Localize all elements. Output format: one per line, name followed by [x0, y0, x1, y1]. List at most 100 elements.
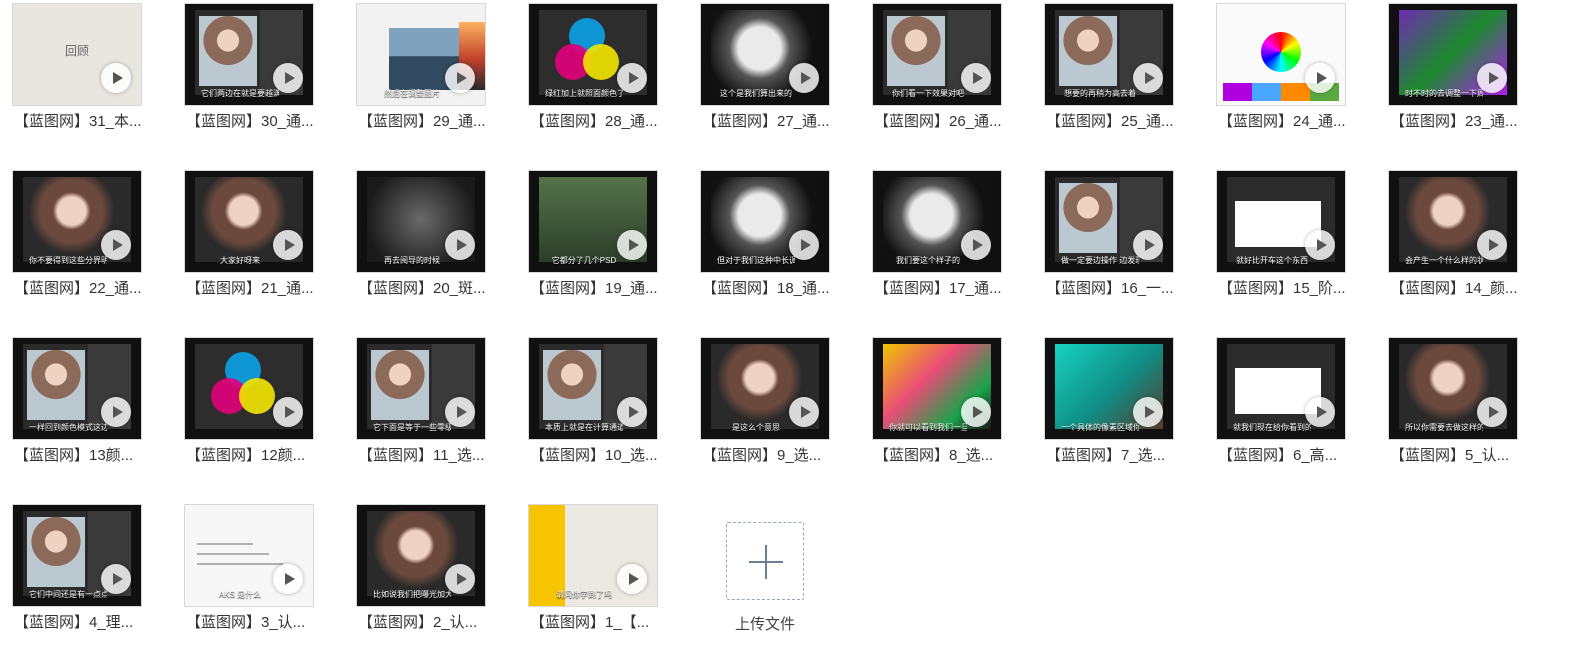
file-name[interactable]: 【蓝图网】27_通... — [688, 112, 856, 132]
video-thumbnail[interactable]: 做一定要边操作 边发现问题 — [1044, 170, 1174, 273]
file-name[interactable]: 【蓝图网】22_通... — [0, 279, 168, 299]
file-item[interactable]: 你就可以看到我们一旦放【蓝图网】8_选... — [860, 334, 1028, 484]
file-name[interactable]: 【蓝图网】20_斑... — [344, 279, 512, 299]
play-icon[interactable] — [273, 230, 303, 260]
file-item[interactable]: 想要的再稍为高去着【蓝图网】25_通... — [1032, 0, 1200, 150]
file-name[interactable]: 【蓝图网】23_通... — [1376, 112, 1544, 132]
file-item[interactable]: 你们看一下效果对吧【蓝图网】26_通... — [860, 0, 1028, 150]
play-icon[interactable] — [789, 397, 819, 427]
video-thumbnail[interactable]: 大家好呀来 — [184, 170, 314, 273]
video-thumbnail[interactable]: 你们看一下效果对吧 — [872, 3, 1002, 106]
file-item[interactable]: 做一定要边操作 边发现问题【蓝图网】16_一... — [1032, 167, 1200, 317]
play-icon[interactable] — [617, 63, 647, 93]
video-thumbnail[interactable]: 本质上就是在计算通道里面的亮度 — [528, 337, 658, 440]
video-thumbnail[interactable]: 就我们现在给你看到的这张 — [1216, 337, 1346, 440]
video-thumbnail[interactable]: 它们两边在就是要越满的 越来越薄了 — [184, 3, 314, 106]
play-icon[interactable] — [961, 230, 991, 260]
video-thumbnail[interactable]: 你不要得到这些分界明显的地方 — [12, 170, 142, 273]
play-icon[interactable] — [1305, 230, 1335, 260]
file-name[interactable]: 【蓝图网】5_认... — [1376, 446, 1544, 466]
video-thumbnail[interactable]: 但对于我们这种中长调来说你不同 — [700, 170, 830, 273]
file-name[interactable]: 【蓝图网】15_阶... — [1204, 279, 1372, 299]
play-icon[interactable] — [445, 564, 475, 594]
file-name[interactable]: 【蓝图网】9_选... — [688, 446, 856, 466]
play-icon[interactable] — [273, 397, 303, 427]
play-icon[interactable] — [789, 230, 819, 260]
file-item[interactable]: 就好比开车这个东西【蓝图网】15_阶... — [1204, 167, 1372, 317]
file-name[interactable]: 【蓝图网】12颜... — [172, 446, 340, 466]
file-item[interactable]: 但对于我们这种中长调来说你不同【蓝图网】18_通... — [688, 167, 856, 317]
file-item[interactable]: AKS 是什么【蓝图网】3_认... — [172, 501, 340, 651]
video-thumbnail[interactable]: 回顾 — [12, 3, 142, 106]
file-name[interactable]: 【蓝图网】2_认... — [344, 613, 512, 633]
file-item[interactable]: 是这么个意思【蓝图网】9_选... — [688, 334, 856, 484]
video-thumbnail[interactable]: 它们中间还是有一点点的距离的 — [12, 504, 142, 607]
file-item[interactable]: 一样回到颜色模式这边【蓝图网】13颜... — [0, 334, 168, 484]
video-thumbnail[interactable]: 是这么个意思 — [700, 337, 830, 440]
video-thumbnail[interactable]: AKS 是什么 — [184, 504, 314, 607]
video-thumbnail[interactable]: 然后在调整图片 — [356, 3, 486, 106]
file-item[interactable]: 你不要得到这些分界明显的地方【蓝图网】22_通... — [0, 167, 168, 317]
video-thumbnail[interactable]: 比如说我们把曝光加大的时候 — [356, 504, 486, 607]
video-thumbnail[interactable]: 时不时的去调整一下周边的颜色 — [1388, 3, 1518, 106]
video-thumbnail[interactable]: 这个是我们算出来的 — [700, 3, 830, 106]
video-thumbnail[interactable]: 想要的再稍为高去着 — [1044, 3, 1174, 106]
file-name[interactable]: 【蓝图网】29_通... — [344, 112, 512, 132]
video-thumbnail[interactable]: 一个具体的像素区域你就读懂了 — [1044, 337, 1174, 440]
file-name[interactable]: 【蓝图网】14_颜... — [1376, 279, 1544, 299]
play-icon[interactable] — [617, 230, 647, 260]
play-icon[interactable] — [1133, 230, 1163, 260]
video-thumbnail[interactable]: 一样回到颜色模式这边 — [12, 337, 142, 440]
play-icon[interactable] — [273, 564, 303, 594]
file-name[interactable]: 【蓝图网】1_【... — [516, 613, 684, 633]
video-thumbnail[interactable]: 它都分了几个PSD — [528, 170, 658, 273]
file-item[interactable]: 我们要这个样子的 【蓝图网】17_通... — [860, 167, 1028, 317]
play-icon[interactable] — [789, 63, 819, 93]
file-item[interactable]: 【蓝图网】12颜... — [172, 334, 340, 484]
file-name[interactable]: 【蓝图网】26_通... — [860, 112, 1028, 132]
video-thumbnail[interactable] — [184, 337, 314, 440]
file-item[interactable]: 就我们现在给你看到的这张【蓝图网】6_高... — [1204, 334, 1372, 484]
file-name[interactable]: 【蓝图网】16_一... — [1032, 279, 1200, 299]
file-name[interactable]: 【蓝图网】31_本... — [0, 112, 168, 132]
play-icon[interactable] — [617, 397, 647, 427]
play-icon[interactable] — [1305, 397, 1335, 427]
file-name[interactable]: 【蓝图网】8_选... — [860, 446, 1028, 466]
file-item[interactable]: 一个具体的像素区域你就读懂了【蓝图网】7_选... — [1032, 334, 1200, 484]
file-item[interactable]: 它们中间还是有一点点的距离的【蓝图网】4_理... — [0, 501, 168, 651]
file-name[interactable]: 【蓝图网】30_通... — [172, 112, 340, 132]
video-thumbnail[interactable]: 所以你需要去做这样的无效 — [1388, 337, 1518, 440]
file-item[interactable]: 然后在调整图片【蓝图网】29_通... — [344, 0, 512, 150]
file-name[interactable]: 【蓝图网】13颜... — [0, 446, 168, 466]
file-item[interactable]: 大家好呀来 【蓝图网】21_通... — [172, 167, 340, 317]
file-name[interactable]: 【蓝图网】18_通... — [688, 279, 856, 299]
file-name[interactable]: 【蓝图网】25_通... — [1032, 112, 1200, 132]
file-name[interactable]: 【蓝图网】24_通... — [1204, 112, 1372, 132]
play-icon[interactable] — [1477, 63, 1507, 93]
file-item[interactable]: 会产生一个什么样的状态【蓝图网】14_颜... — [1376, 167, 1544, 317]
play-icon[interactable] — [1477, 397, 1507, 427]
file-item[interactable]: 本质上就是在计算通道里面的亮度【蓝图网】10_选... — [516, 334, 684, 484]
video-thumbnail[interactable]: 我们要这个样子的 — [872, 170, 1002, 273]
file-name[interactable]: 【蓝图网】7_选... — [1032, 446, 1200, 466]
video-thumbnail[interactable]: 会产生一个什么样的状态 — [1388, 170, 1518, 273]
file-name[interactable]: 【蓝图网】6_高... — [1204, 446, 1372, 466]
play-icon[interactable] — [101, 63, 131, 93]
video-thumbnail[interactable]: 绿红加上就照面颜色了 — [528, 3, 658, 106]
video-thumbnail[interactable]: 请问你学到了吗 — [528, 504, 658, 607]
play-icon[interactable] — [101, 230, 131, 260]
play-icon[interactable] — [273, 63, 303, 93]
play-icon[interactable] — [961, 63, 991, 93]
file-item[interactable]: 所以你需要去做这样的无效【蓝图网】5_认... — [1376, 334, 1544, 484]
file-name[interactable]: 【蓝图网】10_选... — [516, 446, 684, 466]
video-thumbnail[interactable]: 就好比开车这个东西 — [1216, 170, 1346, 273]
play-icon[interactable] — [1133, 63, 1163, 93]
upload-file-button[interactable]: 上传文件 — [712, 505, 818, 633]
play-icon[interactable] — [445, 230, 475, 260]
file-item[interactable]: 请问你学到了吗【蓝图网】1_【... — [516, 501, 684, 651]
play-icon[interactable] — [1477, 230, 1507, 260]
play-icon[interactable] — [1133, 397, 1163, 427]
video-thumbnail[interactable] — [1216, 3, 1346, 106]
file-item[interactable]: 再去阅导的时候 【蓝图网】20_斑... — [344, 167, 512, 317]
file-name[interactable]: 【蓝图网】3_认... — [172, 613, 340, 633]
